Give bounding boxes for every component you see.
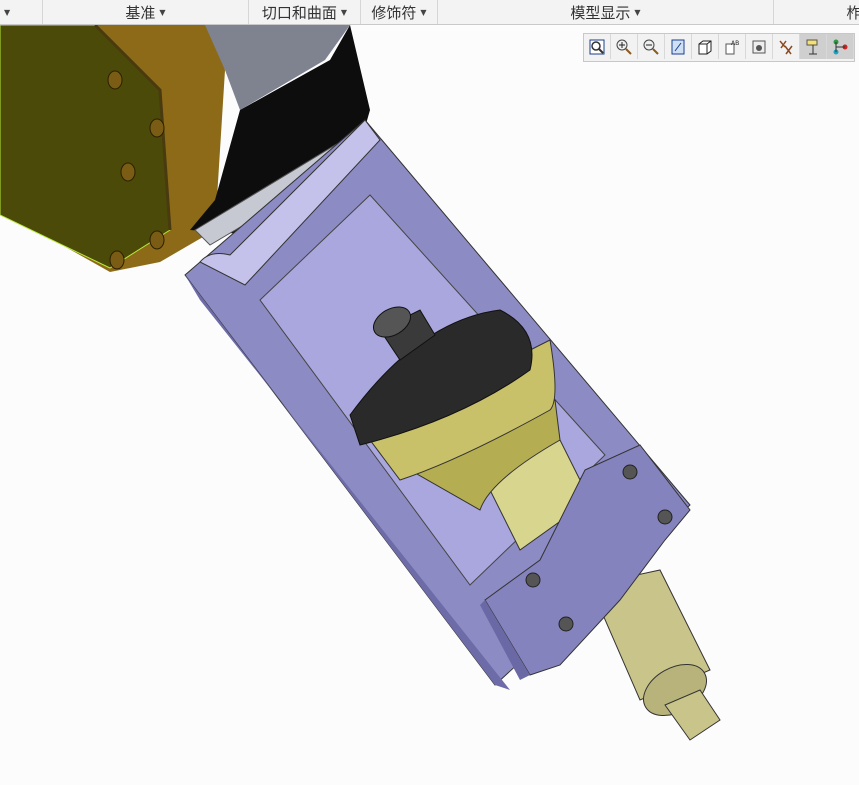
robot-arm [0,23,225,272]
annotation-display-icon [806,39,818,54]
dropdown-arrow-icon: ▼ [634,7,641,17]
ribbon-group-label: 修饰符 [371,3,417,22]
repaint-icon [671,39,685,54]
saved-orientations-icon: AB [725,40,739,54]
ribbon: ▼ 基准 ▼ 切口和曲面 ▼ 修饰符 ▼ 模型显示 ▼ 柞 [0,0,859,25]
display-style-icon [698,40,712,54]
refit-icon [589,39,605,54]
ribbon-group-label: 基准 [125,3,156,22]
repaint-button[interactable] [665,34,692,59]
ribbon-group-modifiers[interactable]: 修饰符 ▼ [361,0,438,24]
spin-center-icon [833,39,848,54]
ribbon-group-label: 切口和曲面 [261,3,337,22]
annotation-display-button[interactable] [800,34,827,59]
ribbon-group-truncated[interactable]: 柞 [774,0,859,24]
refit-button[interactable] [584,34,611,59]
datum-display-button[interactable] [773,34,800,59]
ribbon-group-label: 模型显示 [570,3,631,22]
dropdown-arrow-icon: ▼ [159,7,166,17]
datum-display-icon [779,40,793,54]
dropdown-arrow-icon: ▼ [340,7,348,17]
ribbon-group-cuts-surfaces[interactable]: 切口和曲面 ▼ [249,0,361,24]
zoom-in-button[interactable] [611,34,638,59]
ribbon-group-label: 柞 [846,3,859,22]
view-manager-button[interactable] [746,34,773,59]
ribbon-group-datum[interactable]: 基准 ▼ [43,0,249,24]
saved-orientations-button[interactable]: AB [719,34,746,59]
spin-center-button[interactable] [827,34,854,59]
dropdown-arrow-icon: ▼ [420,7,427,17]
zoom-out-button[interactable] [638,34,665,59]
graphics-toolbar: AB [583,33,855,62]
svg-text:AB: AB [731,40,739,47]
ribbon-group-model-display[interactable]: 模型显示 ▼ [438,0,774,24]
dropdown-arrow-icon: ▼ [4,7,11,17]
zoom-in-icon [616,39,632,55]
display-style-button[interactable] [692,34,719,59]
view-manager-icon [752,40,766,53]
graphics-area[interactable] [0,23,859,781]
ribbon-group-0[interactable]: ▼ [0,0,43,24]
zoom-out-icon [643,39,659,55]
cad-model [0,23,721,741]
